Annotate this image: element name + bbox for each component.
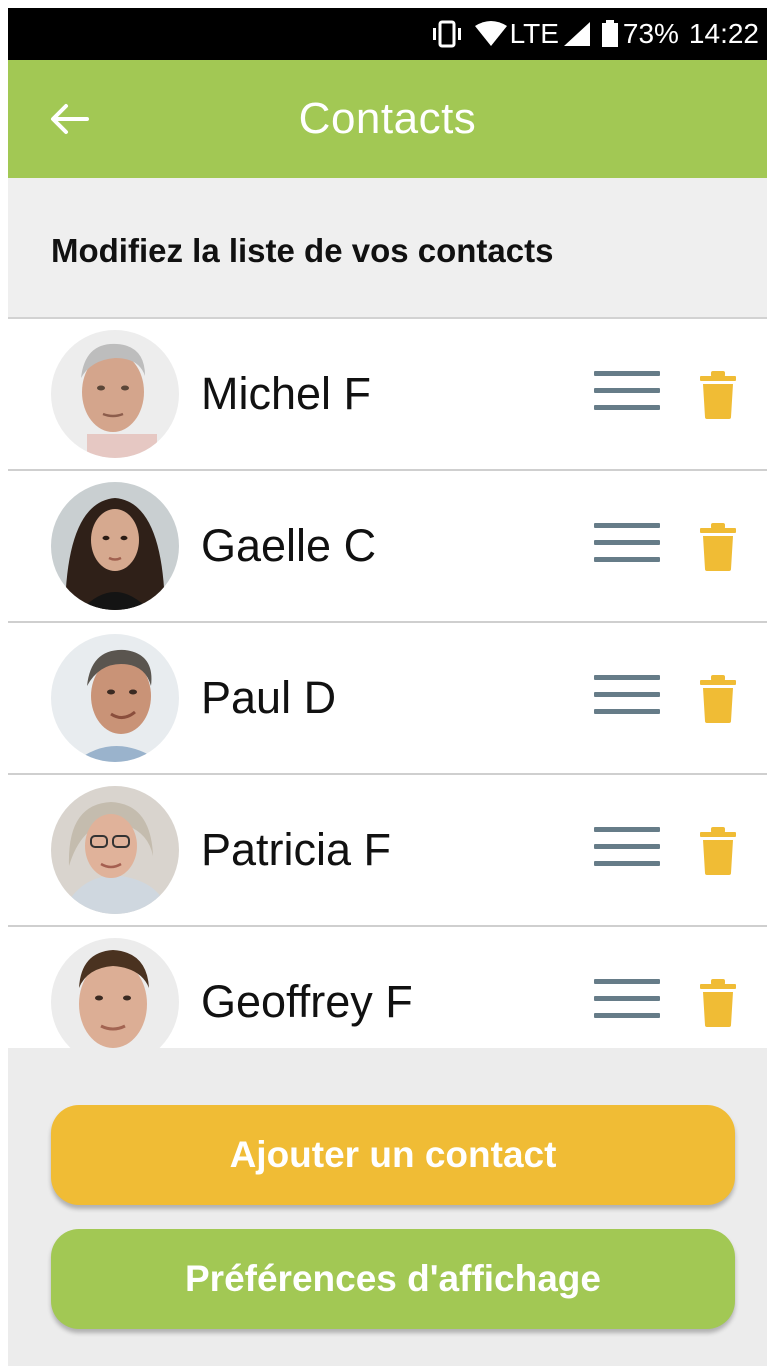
drag-handle-icon[interactable] — [594, 675, 660, 721]
trash-icon[interactable] — [698, 675, 738, 723]
contact-row[interactable]: Michel F — [8, 319, 767, 471]
section-header: Modifiez la liste de vos contacts — [8, 178, 767, 318]
avatar — [51, 482, 179, 610]
contact-name: Michel F — [201, 368, 372, 419]
signal-icon — [563, 21, 591, 47]
avatar — [51, 938, 179, 1049]
battery-icon — [601, 20, 619, 48]
wifi-icon — [474, 20, 508, 48]
avatar — [51, 786, 179, 914]
network-type: LTE — [509, 18, 559, 49]
section-title: Modifiez la liste de vos contacts — [51, 232, 554, 269]
drag-handle-icon[interactable] — [594, 523, 660, 569]
app-screen: LTE 73% 14:22 Contacts Modifiez la liste… — [8, 8, 767, 1366]
contact-name: Geoffrey F — [201, 976, 413, 1027]
add-contact-button[interactable]: Ajouter un contact — [51, 1105, 735, 1205]
trash-icon[interactable] — [698, 979, 738, 1027]
drag-handle-icon[interactable] — [594, 371, 660, 417]
avatar — [51, 634, 179, 762]
contact-name: Patricia F — [201, 824, 392, 875]
contact-list[interactable]: Michel F Gaelle C Paul D Patricia F Geof… — [8, 317, 767, 1049]
app-bar: Contacts — [8, 60, 767, 178]
contact-row[interactable]: Geoffrey F — [8, 927, 767, 1049]
drag-handle-icon[interactable] — [594, 979, 660, 1025]
contact-name: Gaelle C — [201, 520, 377, 571]
contact-name: Paul D — [201, 672, 337, 723]
drag-handle-icon[interactable] — [594, 827, 660, 873]
clock: 14:22 — [688, 18, 759, 49]
action-bar: Ajouter un contact Préférences d'afficha… — [8, 1048, 767, 1366]
contact-row[interactable]: Gaelle C — [8, 471, 767, 623]
page-title: Contacts — [298, 94, 477, 143]
arrow-left-icon — [51, 104, 89, 134]
display-preferences-button[interactable]: Préférences d'affichage — [51, 1229, 735, 1329]
battery-percent: 73% — [622, 18, 679, 49]
status-bar: LTE 73% 14:22 — [8, 8, 767, 60]
avatar — [51, 330, 179, 458]
back-button[interactable] — [40, 90, 98, 148]
trash-icon[interactable] — [698, 371, 738, 419]
trash-icon[interactable] — [698, 827, 738, 875]
contact-row[interactable]: Patricia F — [8, 775, 767, 927]
contact-row[interactable]: Paul D — [8, 623, 767, 775]
vibrate-icon — [430, 20, 464, 48]
trash-icon[interactable] — [698, 523, 738, 571]
